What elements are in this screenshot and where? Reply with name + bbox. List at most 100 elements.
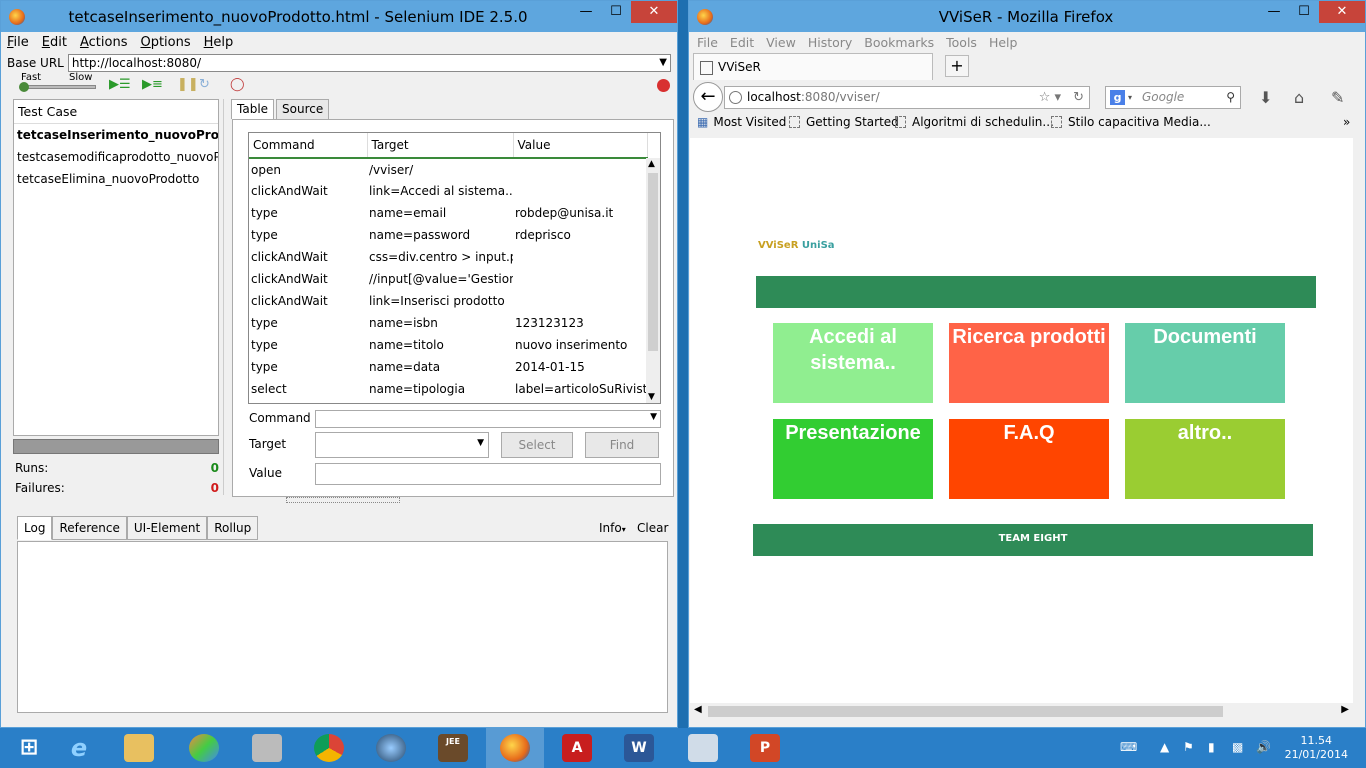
column-header-value[interactable]: Value xyxy=(513,133,648,159)
menu-options[interactable]: Options xyxy=(140,35,190,50)
menu-bookmarks[interactable]: Bookmarks xyxy=(864,35,934,50)
flag-icon[interactable]: ⚑ xyxy=(1183,740,1194,754)
bookmark-getting-started[interactable]: Getting Started xyxy=(789,115,899,129)
home-icon[interactable]: ⌂ xyxy=(1294,88,1304,107)
tile-accedi[interactable]: Accedi al sistema.. xyxy=(773,323,933,403)
splitter-vertical[interactable] xyxy=(223,99,229,495)
command-cell-target[interactable]: name=data xyxy=(367,356,513,378)
command-cell-command[interactable]: clickAndWait xyxy=(249,268,367,290)
menu-file[interactable]: File xyxy=(7,35,29,50)
command-row[interactable]: clickAndWait link=Inserisci prodotto xyxy=(249,290,647,312)
tab-log[interactable]: Log xyxy=(17,516,53,540)
tab-source[interactable]: Source xyxy=(276,99,330,119)
value-field-input[interactable] xyxy=(315,463,661,485)
tile-presentazione[interactable]: Presentazione xyxy=(773,419,933,499)
taskbar-firefox[interactable] xyxy=(486,728,544,768)
command-cell-command[interactable]: open xyxy=(249,158,367,180)
column-header-target[interactable]: Target xyxy=(367,133,514,159)
column-header-command[interactable]: Command xyxy=(249,133,368,159)
scrollbar-thumb[interactable] xyxy=(708,706,1223,717)
play-test-icon[interactable]: ▶≡ xyxy=(142,77,163,92)
tab-reference[interactable]: Reference xyxy=(52,516,127,540)
command-row[interactable]: type name=titolo nuovo inserimento xyxy=(249,334,647,356)
record-icon[interactable] xyxy=(657,79,670,92)
command-cell-target[interactable]: name=isbn xyxy=(367,312,513,334)
command-cell-value[interactable]: 123123123 xyxy=(513,312,647,334)
command-cell-command[interactable]: type xyxy=(249,334,367,356)
tab-ui-element[interactable]: UI-Element xyxy=(126,516,208,540)
command-cell-target[interactable]: name=tipologia xyxy=(367,378,513,400)
taskbar-eclipse-javaee[interactable]: JEE xyxy=(424,728,482,768)
taskbar-app-disk[interactable] xyxy=(362,728,420,768)
command-cell-value[interactable] xyxy=(513,268,647,290)
bookmark-most-visited[interactable]: ▦ Most Visited xyxy=(697,115,786,129)
command-row[interactable]: type name=data 2014-01-15 xyxy=(249,356,647,378)
command-cell-target[interactable]: link=Inserisci prodotto xyxy=(367,290,513,312)
menu-view[interactable]: View xyxy=(766,35,796,50)
rollup-icon[interactable]: ◯ xyxy=(230,77,245,92)
command-cell-value[interactable] xyxy=(513,158,647,180)
command-row[interactable]: clickAndWait link=Accedi al sistema.. xyxy=(249,180,647,202)
network-icon[interactable]: ▩ xyxy=(1232,740,1243,754)
command-cell-value[interactable] xyxy=(513,180,647,202)
command-cell-value[interactable]: robdep@unisa.it xyxy=(513,202,647,224)
scroll-up-icon[interactable]: ▲ xyxy=(648,159,655,169)
firefox-titlebar[interactable]: VViSeR - Mozilla Firefox — ☐ ✕ xyxy=(689,1,1365,32)
back-button[interactable]: ← xyxy=(693,82,723,112)
bookmark-stilo[interactable]: Stilo capacitiva Media... xyxy=(1051,115,1211,129)
maximize-button[interactable]: ☐ xyxy=(1289,1,1319,23)
menu-edit[interactable]: Edit xyxy=(42,35,67,50)
download-icon[interactable]: ⬇ xyxy=(1259,88,1272,107)
browser-tab[interactable]: VViSeR xyxy=(693,53,933,80)
taskbar-word[interactable]: W xyxy=(610,728,668,768)
volume-icon[interactable]: 🔊 xyxy=(1256,740,1271,754)
tray-expand-icon[interactable]: ▲ xyxy=(1160,740,1169,754)
scrollbar-thumb[interactable] xyxy=(648,173,658,351)
command-row[interactable]: select name=tipologia label=articoloSuRivi… xyxy=(249,378,647,400)
command-row[interactable]: clickAndWait//input[@value='Gestion... xyxy=(249,268,647,290)
speed-slider-knob[interactable] xyxy=(19,82,29,92)
command-row[interactable]: type name=password rdeprisco xyxy=(249,224,647,246)
tile-ricerca[interactable]: Ricerca prodotti xyxy=(949,323,1109,403)
bookmarks-overflow-icon[interactable]: » xyxy=(1343,115,1350,129)
chevron-down-icon[interactable]: ▼ xyxy=(477,438,484,448)
tile-faq[interactable]: F.A.Q xyxy=(949,419,1109,499)
command-cell-command[interactable]: type xyxy=(249,202,367,224)
base-url-input[interactable]: http://localhost:8080/ ▼ xyxy=(67,54,671,72)
menu-actions[interactable]: Actions xyxy=(80,35,128,50)
command-cell-command[interactable]: clickAndWait xyxy=(249,290,367,312)
command-cell-target[interactable]: name=titolo xyxy=(367,334,513,356)
command-cell-command[interactable]: type xyxy=(249,312,367,334)
speed-slider[interactable] xyxy=(21,85,96,89)
taskbar-file-explorer[interactable] xyxy=(110,728,168,768)
test-case-item[interactable]: testcasemodificaprodotto_nuovoPr... xyxy=(14,146,218,168)
url-bar[interactable]: localhost:8080/vviser/ ☆ ▾ ↻ xyxy=(724,86,1090,109)
menu-history[interactable]: History xyxy=(808,35,852,50)
command-cell-value[interactable]: nuovo inserimento xyxy=(513,334,647,356)
menu-help[interactable]: Help xyxy=(204,35,234,50)
command-cell-command[interactable]: type xyxy=(249,224,367,246)
bookmark-star-icon[interactable]: ☆ ▾ xyxy=(1039,87,1061,108)
command-cell-command[interactable]: select xyxy=(249,378,367,400)
command-cell-target[interactable]: css=div.centro > input.p... xyxy=(367,246,513,268)
splitter-horizontal[interactable] xyxy=(286,497,400,503)
maximize-button[interactable]: ☐ xyxy=(601,1,631,23)
scroll-down-icon[interactable]: ▼ xyxy=(648,392,655,402)
search-icon[interactable]: ⚲ xyxy=(1226,87,1235,108)
taskbar-app-paint[interactable] xyxy=(175,728,233,768)
tile-altro[interactable]: altro.. xyxy=(1125,419,1285,499)
command-cell-target[interactable]: link=Accedi al sistema.. xyxy=(367,180,513,202)
battery-icon[interactable]: ▮ xyxy=(1208,740,1215,754)
taskbar-powerpoint[interactable]: P xyxy=(736,728,794,768)
command-cell-target[interactable]: name=password xyxy=(367,224,513,246)
command-cell-value[interactable]: 2014-01-15 xyxy=(513,356,647,378)
taskbar-app-tools[interactable] xyxy=(238,728,296,768)
tab-rollup[interactable]: Rollup xyxy=(207,516,259,540)
command-cell-value[interactable] xyxy=(513,246,647,268)
reload-icon[interactable]: ↻ xyxy=(1073,87,1084,108)
command-row[interactable]: type name=isbn 123123123 xyxy=(249,312,647,334)
horizontal-scrollbar[interactable]: ◀ ▶ xyxy=(690,703,1353,720)
tile-documenti[interactable]: Documenti xyxy=(1125,323,1285,403)
command-cell-value[interactable]: label=articoloSuRivista xyxy=(513,378,647,400)
command-cell-command[interactable]: clickAndWait xyxy=(249,246,367,268)
